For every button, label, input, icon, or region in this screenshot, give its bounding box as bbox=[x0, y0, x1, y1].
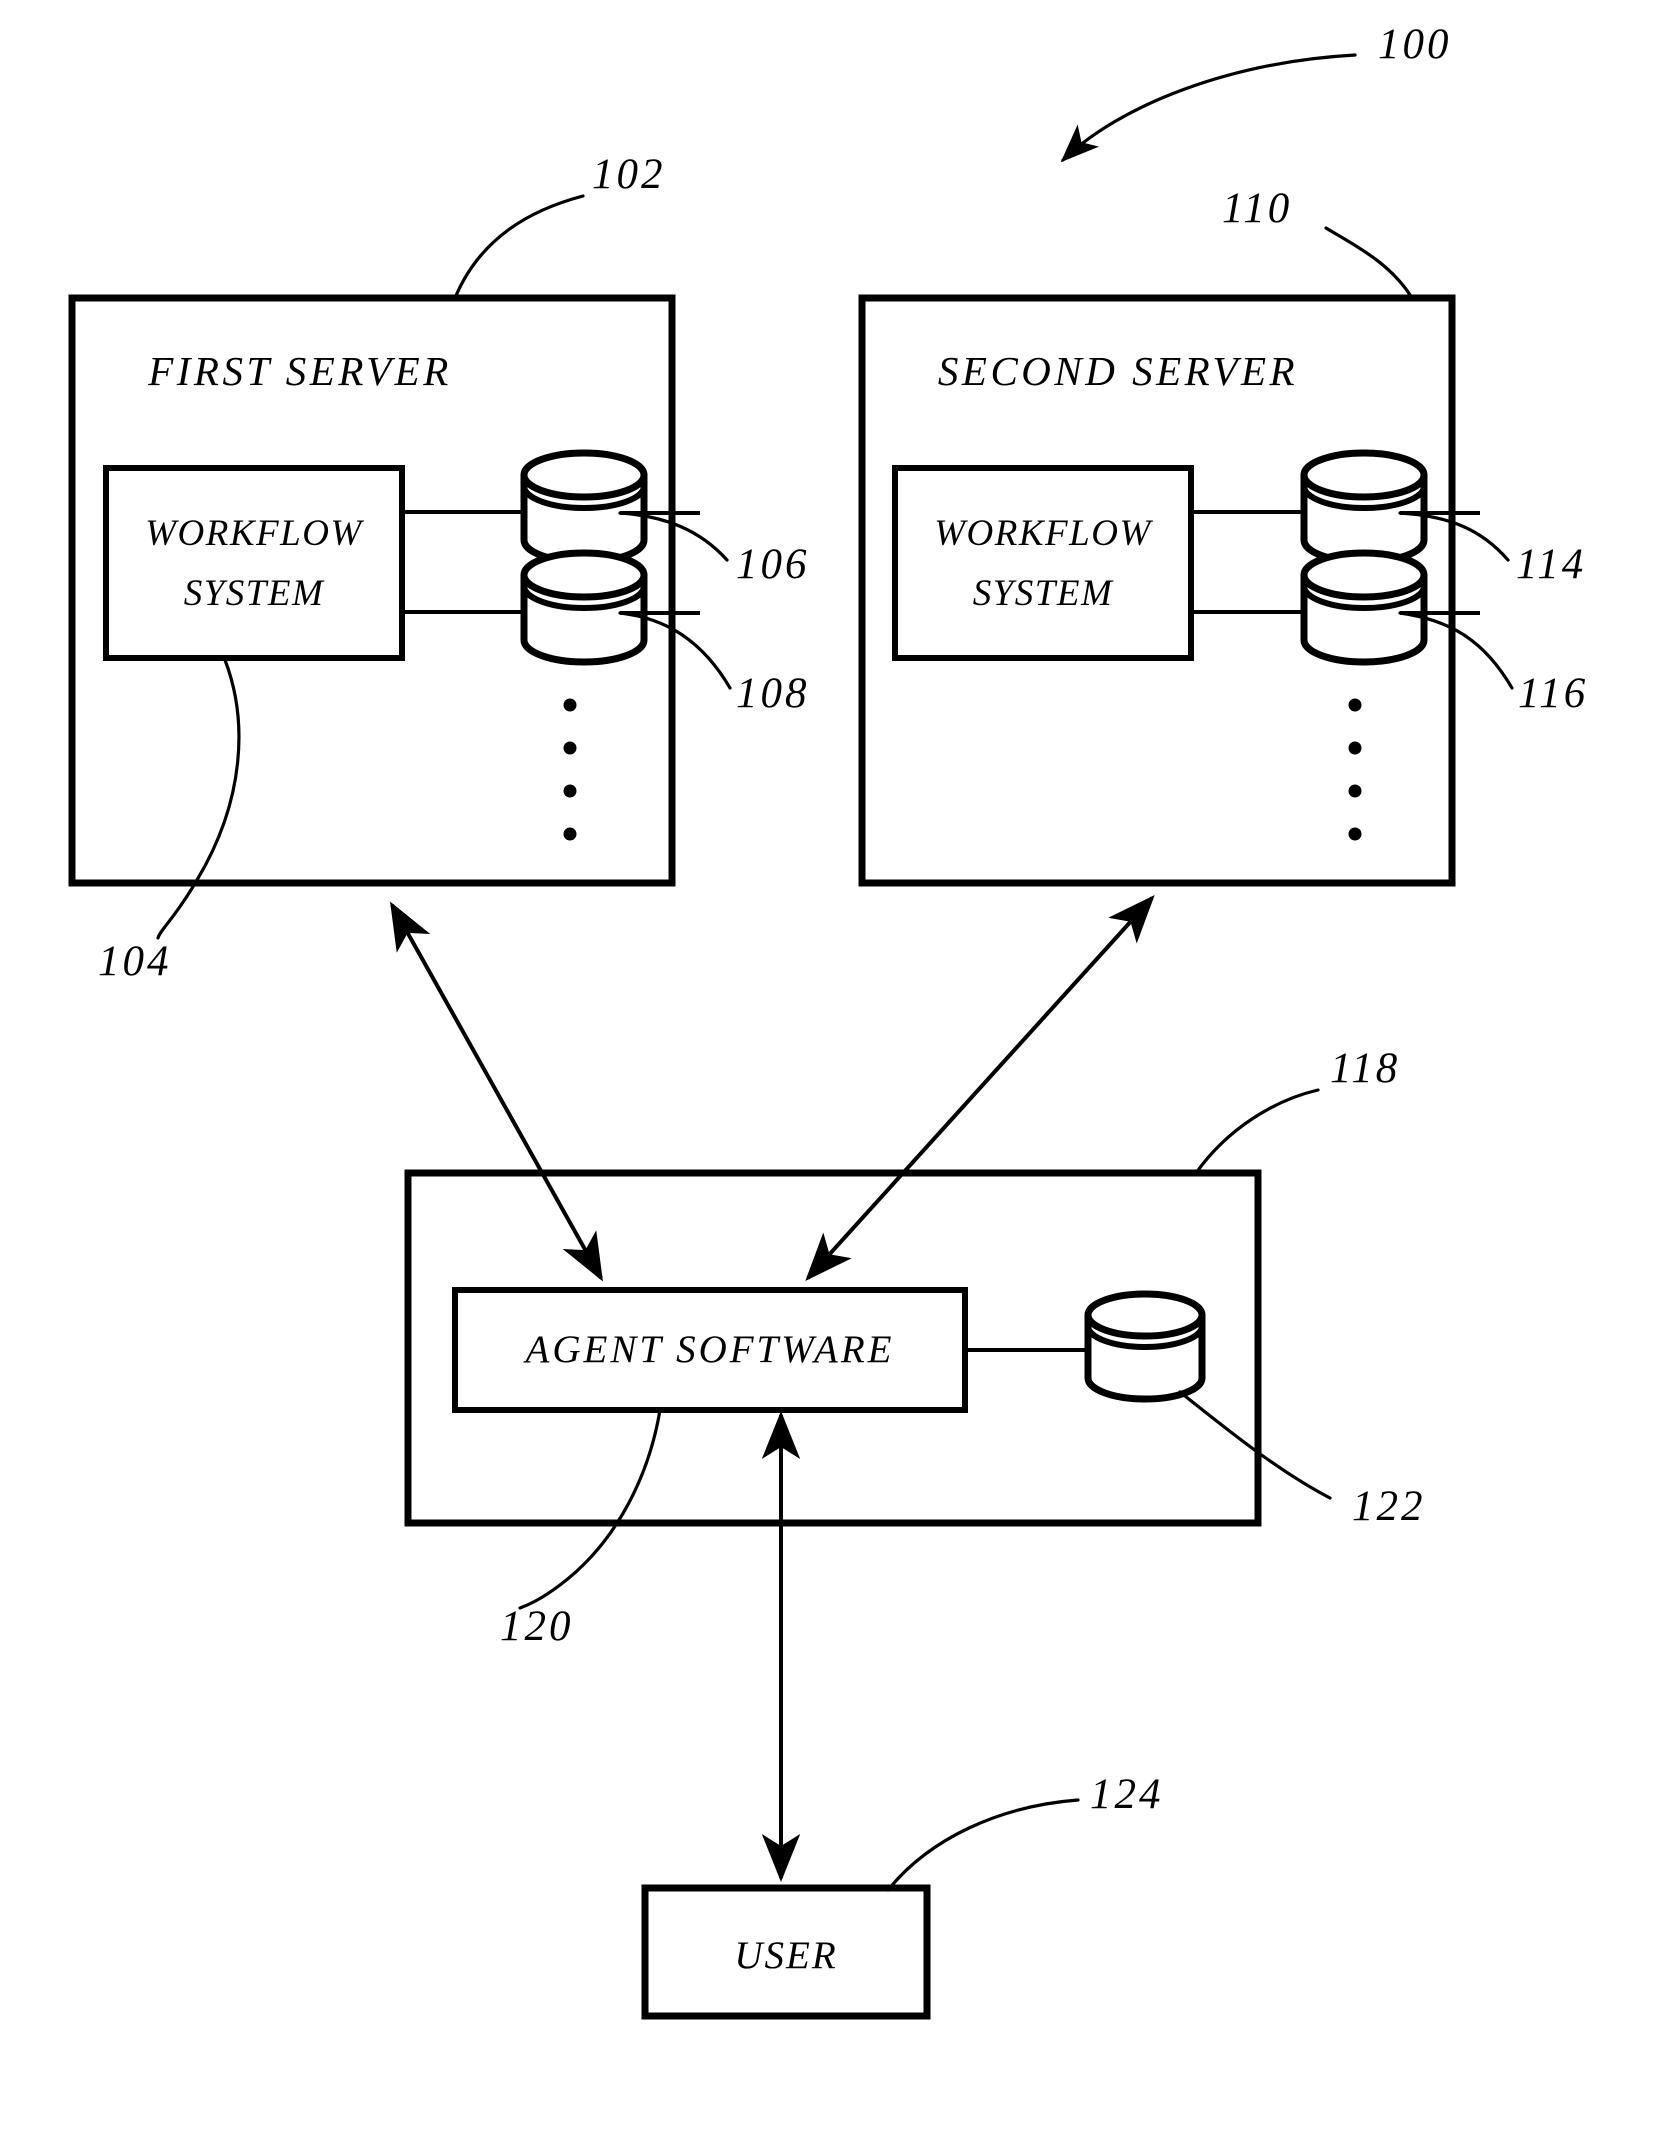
patent-figure: 100 FIRST SERVER 102 WORKFLOW SYSTEM 104 bbox=[0, 0, 1655, 2130]
ref-label-118: 118 bbox=[1330, 1045, 1400, 1092]
ref-label-114: 114 bbox=[1516, 541, 1586, 588]
user-label: USER bbox=[734, 1934, 837, 1977]
ref-120-group: 120 bbox=[500, 1408, 662, 1650]
ref-label-108: 108 bbox=[736, 670, 810, 717]
first-workflow-label-line1: WORKFLOW bbox=[145, 513, 364, 554]
ref-102-group: 102 bbox=[453, 151, 666, 300]
second-server-group: SECOND SERVER 110 WORKFLOW SYSTEM 114 11… bbox=[858, 185, 1588, 887]
ref-label-116: 116 bbox=[1518, 670, 1588, 717]
ref-108-group: 108 bbox=[618, 611, 810, 717]
ref-106-group: 106 bbox=[618, 511, 810, 588]
first-server-ellipsis bbox=[563, 698, 577, 841]
ref-label-120: 120 bbox=[500, 1603, 574, 1650]
ref-label-106: 106 bbox=[736, 541, 810, 588]
ref-label-104: 104 bbox=[98, 938, 172, 985]
ref-122-group: 122 bbox=[1178, 1390, 1426, 1530]
agent-container-group: 118 AGENT SOFTWARE 120 122 bbox=[404, 1045, 1426, 1650]
agent-db-cylinder bbox=[1084, 1290, 1206, 1403]
first-server-title: FIRST SERVER bbox=[147, 348, 452, 394]
ref-label-124: 124 bbox=[1090, 1771, 1164, 1818]
second-server-title: SECOND SERVER bbox=[938, 348, 1298, 394]
first-db-bottom-cylinder bbox=[520, 549, 648, 666]
flow-first-server-agent bbox=[390, 901, 603, 1282]
user-group: USER 124 bbox=[641, 1771, 1164, 2020]
agent-software-label: AGENT SOFTWARE bbox=[523, 1328, 895, 1371]
second-server-ellipsis bbox=[1348, 698, 1362, 841]
ref-110-group: 110 bbox=[1222, 185, 1414, 300]
ref-label-102: 102 bbox=[592, 151, 666, 198]
ref-label-100: 100 bbox=[1378, 21, 1452, 68]
first-server-group: FIRST SERVER 102 WORKFLOW SYSTEM 104 106 bbox=[68, 151, 810, 985]
ref-label-110: 110 bbox=[1222, 185, 1292, 232]
ref-114-group: 114 bbox=[1398, 511, 1586, 588]
second-db-top-cylinder bbox=[1300, 449, 1428, 566]
ref-118-group: 118 bbox=[1194, 1045, 1400, 1175]
first-db-top-cylinder bbox=[520, 449, 648, 566]
figure-ref-100: 100 bbox=[1060, 21, 1452, 163]
first-workflow-label-line2: SYSTEM bbox=[184, 573, 325, 614]
first-workflow-box bbox=[103, 465, 405, 661]
ref-124-group: 124 bbox=[886, 1771, 1164, 1892]
ref-116-group: 116 bbox=[1398, 611, 1588, 717]
figure-canvas: 100 FIRST SERVER 102 WORKFLOW SYSTEM 104 bbox=[68, 21, 1588, 2020]
second-workflow-label-line2: SYSTEM bbox=[973, 573, 1114, 614]
second-db-bottom-cylinder bbox=[1300, 549, 1428, 666]
second-workflow-box bbox=[892, 465, 1194, 661]
flow-second-server-agent bbox=[805, 895, 1155, 1281]
ref-104-group: 104 bbox=[98, 658, 241, 985]
second-workflow-label-line1: WORKFLOW bbox=[934, 513, 1153, 554]
ref-label-122: 122 bbox=[1352, 1483, 1426, 1530]
